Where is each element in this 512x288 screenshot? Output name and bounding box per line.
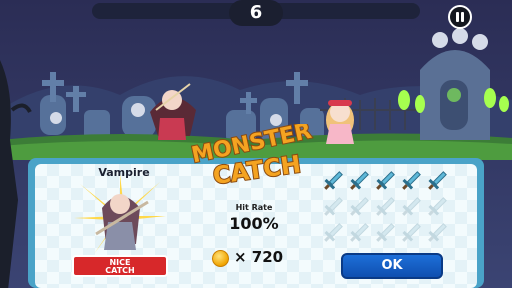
sword-icon-empty xyxy=(350,223,369,242)
sword-icon-empty xyxy=(324,223,343,242)
sword-icon-filled xyxy=(376,171,395,190)
sword-grid xyxy=(324,171,447,242)
pause-icon[interactable] xyxy=(448,5,472,29)
sword-icon-empty xyxy=(428,197,447,216)
sword-icon-empty xyxy=(402,223,421,242)
ok-button[interactable]: OK xyxy=(341,253,443,279)
monster-catch-logo: MONSTER CATCH xyxy=(188,124,314,188)
nice-catch-badge: NICE CATCH xyxy=(72,255,168,277)
sword-icon-filled xyxy=(402,171,421,190)
hit-rate-value: 100% xyxy=(229,214,279,233)
sword-icon-empty xyxy=(324,197,343,216)
sword-icon-empty xyxy=(376,197,395,216)
coin-icon xyxy=(212,250,229,267)
sword-icon-empty xyxy=(376,223,395,242)
sword-icon-empty xyxy=(402,197,421,216)
coin-reward: × 720 xyxy=(234,248,284,266)
badge-line2: CATCH xyxy=(105,266,135,275)
sword-icon-filled xyxy=(428,171,447,190)
sword-icon-empty xyxy=(350,197,369,216)
throw-counter: 6 xyxy=(229,0,283,26)
sword-icon-empty xyxy=(428,223,447,242)
sword-icon-filled xyxy=(350,171,369,190)
sword-icon-filled xyxy=(324,171,343,190)
monster-portrait xyxy=(74,174,166,256)
hit-rate-label: Hit Rate xyxy=(235,203,273,212)
